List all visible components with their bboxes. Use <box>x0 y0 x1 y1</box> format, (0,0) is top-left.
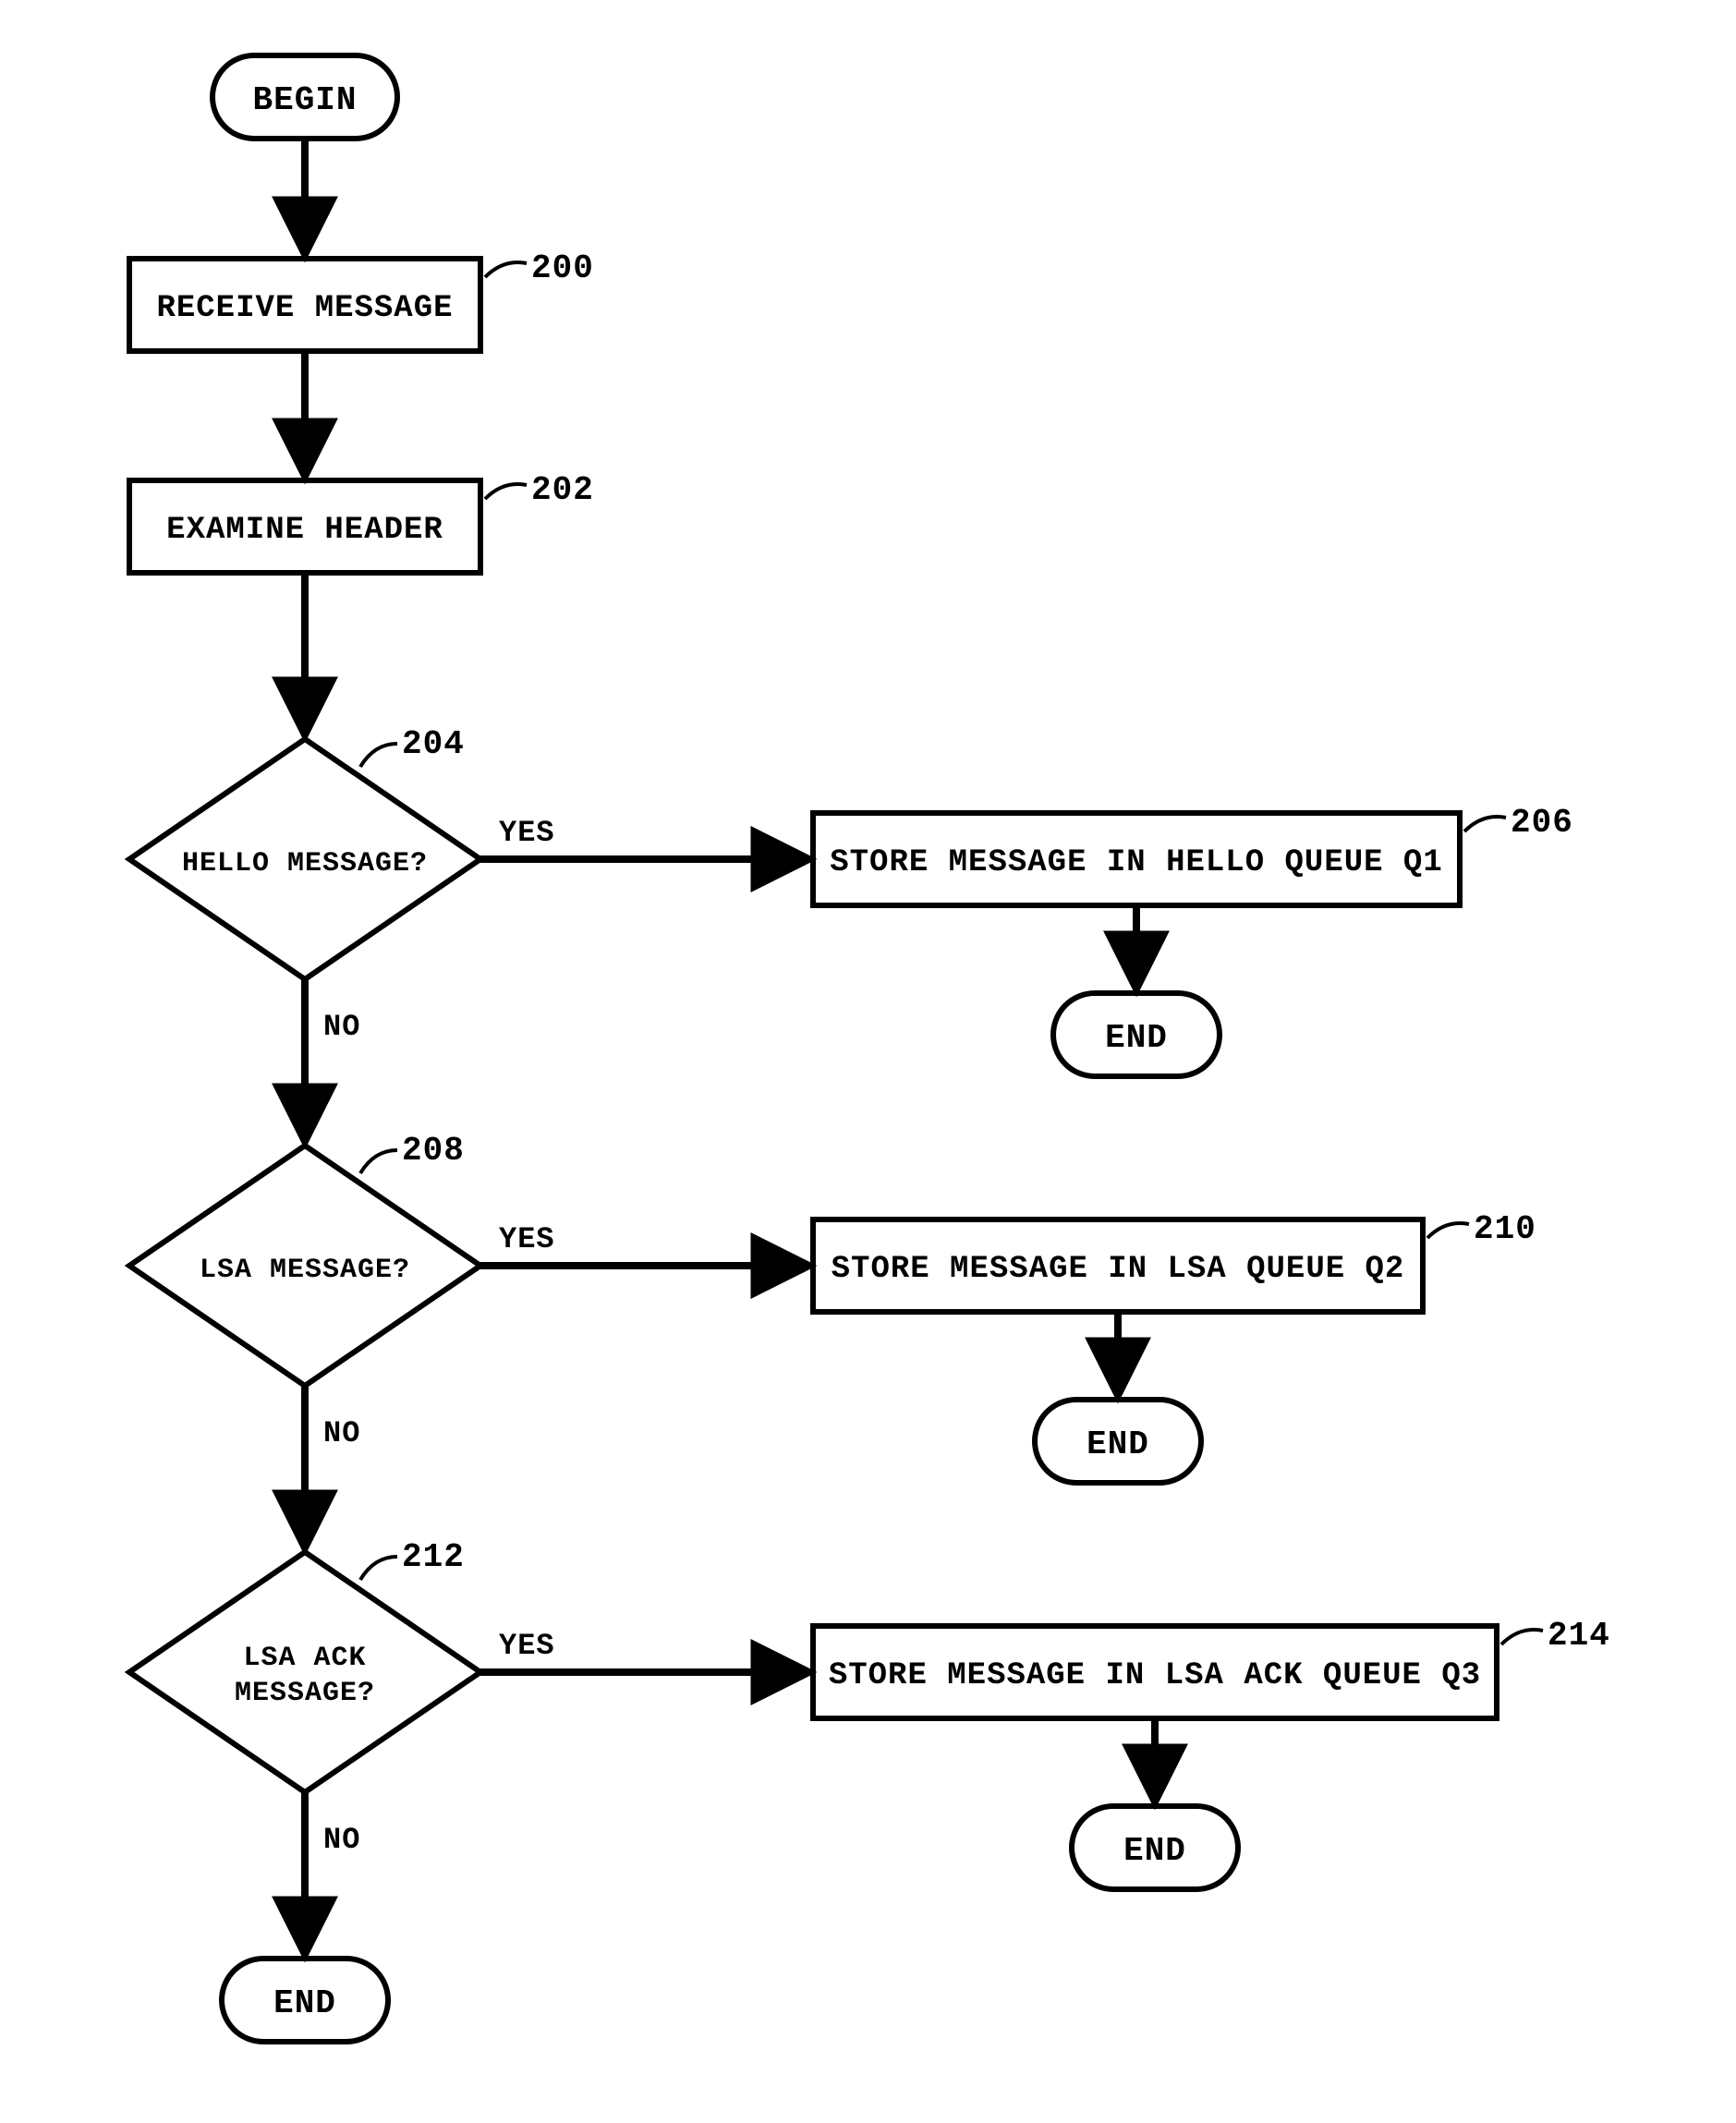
end-label: END <box>1123 1832 1186 1870</box>
ref-212: 212 <box>402 1538 465 1576</box>
ref-208: 208 <box>402 1132 465 1170</box>
end-terminator-lsa: END <box>1035 1400 1201 1483</box>
store-lsa-text: STORE MESSAGE IN LSA QUEUE Q2 <box>832 1252 1405 1287</box>
ref-leader <box>485 484 527 499</box>
lsa-ack-line1: LSA ACK <box>243 1643 366 1674</box>
hello-decision-text: HELLO MESSAGE? <box>182 848 428 880</box>
lsa-ack-decision: LSA ACK MESSAGE? <box>129 1552 480 1792</box>
ref-202: 202 <box>531 471 594 509</box>
yes-label: YES <box>499 1222 555 1256</box>
ref-206: 206 <box>1511 804 1573 842</box>
yes-label: YES <box>499 816 555 850</box>
ref-leader <box>485 262 527 277</box>
ref-leader <box>360 1150 397 1173</box>
yes-label: YES <box>499 1629 555 1663</box>
lsa-ack-line2: MESSAGE? <box>235 1678 375 1709</box>
end-terminator-lsa-ack: END <box>1072 1806 1238 1889</box>
store-hello-text: STORE MESSAGE IN HELLO QUEUE Q1 <box>830 845 1443 880</box>
end-terminator-bottom: END <box>222 1959 388 2042</box>
lsa-decision-text: LSA MESSAGE? <box>200 1255 410 1286</box>
receive-text: RECEIVE MESSAGE <box>156 291 453 326</box>
end-label: END <box>1087 1425 1149 1463</box>
store-lsa-ack-box: STORE MESSAGE IN LSA ACK QUEUE Q3 <box>813 1626 1497 1718</box>
ref-214: 214 <box>1548 1617 1610 1655</box>
begin-terminator: BEGIN <box>212 55 397 139</box>
lsa-decision: LSA MESSAGE? <box>129 1146 480 1386</box>
ref-210: 210 <box>1474 1210 1536 1248</box>
ref-leader <box>1501 1630 1543 1644</box>
examine-box: EXAMINE HEADER <box>129 480 480 573</box>
ref-200: 200 <box>531 249 594 287</box>
end-terminator-hello: END <box>1053 993 1220 1076</box>
no-label: NO <box>323 1010 360 1044</box>
store-lsa-ack-text: STORE MESSAGE IN LSA ACK QUEUE Q3 <box>829 1658 1481 1693</box>
ref-204: 204 <box>402 725 465 763</box>
begin-label: BEGIN <box>252 81 357 119</box>
ref-leader <box>1464 817 1506 831</box>
ref-leader <box>360 744 397 767</box>
ref-leader <box>360 1557 397 1580</box>
store-hello-box: STORE MESSAGE IN HELLO QUEUE Q1 <box>813 813 1460 905</box>
ref-leader <box>1427 1223 1469 1238</box>
store-lsa-box: STORE MESSAGE IN LSA QUEUE Q2 <box>813 1219 1423 1312</box>
receive-box: RECEIVE MESSAGE <box>129 259 480 351</box>
end-label: END <box>273 1984 336 2022</box>
no-label: NO <box>323 1416 360 1450</box>
no-label: NO <box>323 1823 360 1857</box>
end-label: END <box>1105 1019 1168 1057</box>
examine-text: EXAMINE HEADER <box>166 513 443 548</box>
hello-decision: HELLO MESSAGE? <box>129 739 480 979</box>
